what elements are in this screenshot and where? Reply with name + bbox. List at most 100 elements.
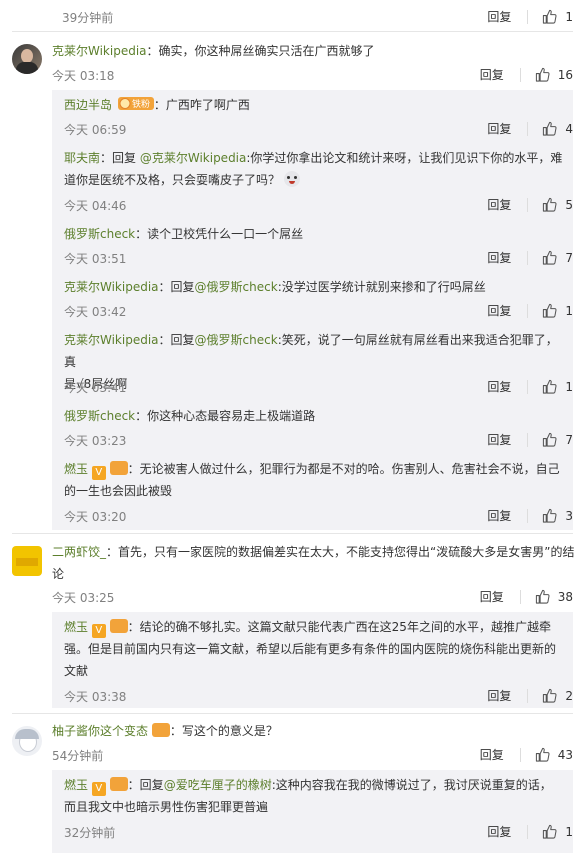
like-button[interactable]: 2 <box>542 688 573 703</box>
reply-button[interactable]: 回复 <box>487 8 511 25</box>
like-button[interactable]: 4 <box>542 121 573 136</box>
like-count: 7 <box>565 250 573 265</box>
reply-body: :这种内容我在我的微博说过了，我讨厌说重复的话， <box>271 778 552 792</box>
reply-prefix: ：回复 <box>158 333 195 347</box>
like-button[interactable]: 7 <box>542 250 573 265</box>
fan-badge: 铁粉 <box>117 96 154 111</box>
comment-time: 54分钟前 <box>52 749 104 763</box>
divider <box>527 432 529 447</box>
reply-text: 耶夫南：回复 @克莱尔Wikipedia:你学过你拿出论文和统计来呀，让我们见识… <box>64 147 564 191</box>
like-button[interactable]: 7 <box>542 432 573 447</box>
divider <box>527 688 529 703</box>
divider <box>527 9 529 24</box>
member-badge-icon <box>109 777 128 791</box>
divider <box>12 533 573 534</box>
mention-link[interactable]: @爱吃车厘子的橡树 <box>164 778 272 792</box>
reply-prefix: ：回复 <box>100 151 140 165</box>
like-button[interactable]: 43 <box>535 747 573 762</box>
like-count: 16 <box>557 67 573 82</box>
member-badge-icon <box>151 723 170 737</box>
reply-button[interactable]: 回复 <box>480 66 504 83</box>
thumbs-up-icon <box>542 121 557 136</box>
reply-body: 文献 <box>64 664 89 678</box>
reply-text: 燃玉 V ：无论被害人做过什么，犯罪行为都是不对的哈。伤害别人、危害社会不说，自… <box>64 458 564 502</box>
comment-time: 39分钟前 <box>62 11 114 25</box>
reply-button[interactable]: 回复 <box>487 378 511 395</box>
like-button[interactable]: 1 <box>542 379 573 394</box>
reply-author[interactable]: 俄罗斯check <box>64 409 135 423</box>
like-count: 1 <box>565 379 573 394</box>
reply-text: 俄罗斯check：你这种心态最容易走上极端道路 <box>64 405 315 427</box>
reply-button[interactable]: 回复 <box>487 507 511 524</box>
mention-link[interactable]: @俄罗斯check <box>195 280 278 294</box>
reply-button[interactable]: 回复 <box>480 588 504 605</box>
reply-author[interactable]: 燃玉 <box>64 778 88 792</box>
divider <box>519 747 521 762</box>
comment-body: 论 <box>52 567 65 581</box>
reply-author[interactable]: 西边半岛 <box>64 98 112 112</box>
comment-tail: 39分钟前 回复 1 <box>0 0 585 30</box>
reply-button[interactable]: 回复 <box>487 196 511 213</box>
reply-time: 今天 03:38 <box>64 690 127 704</box>
reply-time: 今天 03:20 <box>64 510 127 524</box>
reply-button[interactable]: 回复 <box>487 120 511 137</box>
divider <box>527 121 529 136</box>
divider <box>12 31 573 32</box>
reply-prefix: ：回复 <box>158 280 195 294</box>
verified-v-icon: V <box>91 782 106 796</box>
comment-text: 克莱尔Wikipedia：确实，你这种屌丝确实只活在广西就够了 <box>52 40 375 62</box>
avatar[interactable] <box>12 44 42 74</box>
like-button[interactable]: 5 <box>542 197 573 212</box>
reply-button[interactable]: 回复 <box>487 687 511 704</box>
thumbs-up-icon <box>535 747 550 762</box>
comment-text: 二两虾饺_：首先，只有一家医院的数据偏差实在太大，不能支持您得出“泼硫酸大多是女… <box>52 541 577 585</box>
like-button[interactable]: 3 <box>542 508 573 523</box>
mention-link[interactable]: @克莱尔Wikipedia <box>140 151 247 165</box>
reply-button[interactable]: 回复 <box>487 823 511 840</box>
like-button[interactable]: 1 <box>542 303 573 318</box>
avatar[interactable] <box>12 726 42 756</box>
divider <box>12 713 573 714</box>
reply-author[interactable]: 克莱尔Wikipedia <box>64 280 159 294</box>
mention-link[interactable]: @俄罗斯check <box>195 333 278 347</box>
thumbs-up-icon <box>542 250 557 265</box>
reply-body: ：无论被害人做过什么，犯罪行为都是不对的哈。伤害别人、危害社会不说，自己 <box>127 462 560 476</box>
comment-author[interactable]: 克莱尔Wikipedia <box>52 44 147 58</box>
thumbs-up-icon <box>535 589 550 604</box>
comment-author[interactable]: 柚子酱你这个变态 <box>52 724 148 738</box>
divider <box>519 589 521 604</box>
reply-author[interactable]: 克莱尔Wikipedia <box>64 333 159 347</box>
like-count: 1 <box>565 824 573 839</box>
verified-v-icon: V <box>91 466 106 480</box>
reply-body: 道你是医统不及格，只会耍嘴皮子了吗？ <box>64 173 281 187</box>
like-button[interactable]: 38 <box>535 589 573 604</box>
reply-time: 今天 04:46 <box>64 199 127 213</box>
like-count: 1 <box>565 9 573 24</box>
thumbs-up-icon <box>542 432 557 447</box>
like-button[interactable]: 1 <box>542 824 573 839</box>
comment-author[interactable]: 二两虾饺_ <box>52 545 106 559</box>
thumbs-up-icon <box>542 197 557 212</box>
reply-body: ：广西咋了啊广西 <box>153 98 250 112</box>
divider <box>527 379 529 394</box>
reply-text: 燃玉 V ：结论的确不够扎实。这篇文献只能代表广西在这25年之间的水平，越推广越… <box>64 616 564 682</box>
reply-author[interactable]: 燃玉 <box>64 462 88 476</box>
reply-body: :没学过医学统计就别来掺和了行吗屌丝 <box>277 280 486 294</box>
reply-thread: 西边半岛 铁粉 ：广西咋了啊广西 今天 06:59 回复 4 耶夫南：回复 @克… <box>52 90 573 530</box>
reply-button[interactable]: 回复 <box>480 746 504 763</box>
member-badge-icon <box>109 461 128 475</box>
reply-button[interactable]: 回复 <box>487 302 511 319</box>
reply-button[interactable]: 回复 <box>487 431 511 448</box>
reply-button[interactable]: 回复 <box>487 249 511 266</box>
like-button[interactable]: 1 <box>542 9 573 24</box>
reply-author[interactable]: 燃玉 <box>64 620 88 634</box>
thumbs-up-icon <box>542 303 557 318</box>
like-button[interactable]: 16 <box>535 67 573 82</box>
divider <box>519 67 521 82</box>
reply-thread: 燃玉 V ：结论的确不够扎实。这篇文献只能代表广西在这25年之间的水平，越推广越… <box>52 612 573 708</box>
reply-author[interactable]: 俄罗斯check <box>64 227 135 241</box>
avatar[interactable] <box>12 546 42 576</box>
reply-time: 今天 03:42 <box>64 305 127 319</box>
reply-author[interactable]: 耶夫南 <box>64 151 100 165</box>
reply-time: 32分钟前 <box>64 826 116 840</box>
